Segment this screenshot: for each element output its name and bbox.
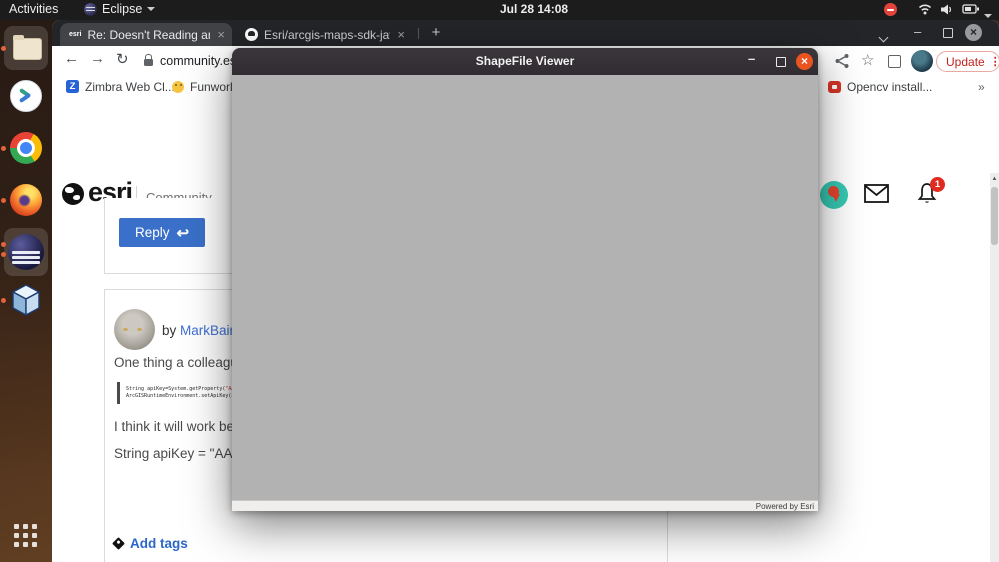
activities-button[interactable]: Activities xyxy=(9,2,58,16)
smiley-favicon xyxy=(172,81,184,93)
tab-esri-community[interactable]: esri Re: Doesn't Reading and c × xyxy=(60,23,232,46)
esri-globe-logo[interactable] xyxy=(62,183,84,205)
desktop: esri Re: Doesn't Reading and c × Esri/ar… xyxy=(0,0,999,562)
app-menu-label: Eclipse xyxy=(102,2,143,16)
reply-arrow-icon: ↩ xyxy=(176,224,190,242)
bookmark-star-icon[interactable]: ☆ xyxy=(861,51,874,69)
reply-label: Reply xyxy=(134,225,170,240)
add-tags-button[interactable]: Add tags xyxy=(112,536,188,551)
reload-button[interactable]: ↻ xyxy=(116,50,129,68)
new-tab-button[interactable]: + xyxy=(426,23,446,43)
firefox-icon[interactable] xyxy=(10,184,42,216)
code-text: ArcGISRuntimeEnvironment.setApiKey( xyxy=(126,393,232,399)
system-menu-caret-icon[interactable] xyxy=(984,7,992,21)
side-panel-icon[interactable] xyxy=(888,55,901,68)
tag-icon xyxy=(112,537,125,550)
bookmark-zimbra[interactable]: Zimbra Web Cl... xyxy=(85,80,175,94)
browser-menu-icon[interactable]: ⋮ xyxy=(990,55,999,68)
shapefile-close-button[interactable]: × xyxy=(796,53,813,70)
window-title: ShapeFile Viewer xyxy=(475,54,575,68)
running-indicator xyxy=(1,46,6,51)
post-paragraph: I think it will work bette xyxy=(114,419,250,434)
bookmark-opencv[interactable]: Opencv install... xyxy=(847,80,932,94)
chrome-icon[interactable] xyxy=(10,132,42,164)
update-button[interactable]: Update ⋮ xyxy=(936,51,999,72)
tab-title: Esri/arcgis-maps-sdk-java xyxy=(264,27,391,42)
back-button[interactable]: ← xyxy=(64,50,79,67)
post-paragraph: One thing a colleague xyxy=(114,355,246,370)
update-label: Update xyxy=(946,54,985,69)
app-menu-caret-icon xyxy=(147,7,156,11)
do-not-disturb-icon xyxy=(884,3,897,16)
esri-favicon: esri xyxy=(69,31,82,38)
wifi-icon xyxy=(918,3,932,15)
running-indicator xyxy=(1,298,6,303)
eclipse-menu-icon xyxy=(84,2,97,16)
notification-badge: 1 xyxy=(930,177,945,192)
scrollbar-thumb[interactable] xyxy=(991,187,998,245)
tab-github[interactable]: Esri/arcgis-maps-sdk-java × xyxy=(236,23,412,46)
share-icon[interactable] xyxy=(834,53,850,69)
battery-icon xyxy=(962,3,980,15)
files-icon[interactable] xyxy=(13,35,42,60)
gnome-top-bar: Activities Eclipse Jul 28 14:08 xyxy=(0,0,999,20)
bookmark-funworld[interactable]: Funworl xyxy=(190,80,233,94)
volume-icon xyxy=(940,3,954,16)
app-menu[interactable]: Eclipse xyxy=(84,2,156,16)
remote-desktop-icon[interactable] xyxy=(10,80,42,112)
browser-minimize-button[interactable]: – xyxy=(914,24,921,39)
scroll-up-icon[interactable]: ▲ xyxy=(990,176,999,182)
reply-button[interactable]: Reply ↩ xyxy=(119,218,205,247)
browser-maximize-button[interactable] xyxy=(943,28,953,38)
code-text: String apiKey=System.getProperty( xyxy=(126,386,226,392)
shapefile-minimize-button[interactable]: – xyxy=(748,51,755,66)
code-snippet: String apiKey=System.getProperty("AAPK2 … xyxy=(117,382,242,404)
opencv-favicon xyxy=(828,81,841,93)
shapefile-viewer-window: ShapeFile Viewer – × Powered by Esri xyxy=(232,48,818,511)
post-byline: by MarkBaird xyxy=(162,323,242,338)
tab-search-icon[interactable] xyxy=(878,28,889,46)
forward-button[interactable]: → xyxy=(90,50,105,67)
tab-close-icon[interactable]: × xyxy=(210,27,232,42)
shapefile-maximize-button[interactable] xyxy=(776,57,786,67)
messages-icon[interactable] xyxy=(864,184,889,203)
user-avatar-pin[interactable] xyxy=(820,181,848,209)
tab-title: Re: Doesn't Reading and c xyxy=(87,27,210,42)
browser-close-button[interactable]: × xyxy=(965,24,982,41)
running-indicator xyxy=(1,252,6,257)
eclipse-icon[interactable] xyxy=(8,234,44,270)
running-indicator xyxy=(1,146,6,151)
powered-by-esri-label: Powered by Esri xyxy=(755,502,814,511)
bookmarks-overflow-icon[interactable]: » xyxy=(978,80,985,94)
profile-avatar[interactable] xyxy=(911,50,933,72)
page-scrollbar[interactable]: ▲ ▼ xyxy=(990,173,999,562)
clock[interactable]: Jul 28 14:08 xyxy=(500,2,568,16)
zimbra-favicon: Z xyxy=(66,80,79,93)
post-paragraph: String apiKey = "AAPK xyxy=(114,446,251,461)
tab-strip: esri Re: Doesn't Reading and c × Esri/ar… xyxy=(52,20,999,46)
author-avatar[interactable] xyxy=(114,309,155,350)
tab-divider xyxy=(418,28,419,39)
byline-prefix: by xyxy=(162,323,181,338)
show-applications-icon[interactable] xyxy=(14,524,38,547)
attribution-bar: Powered by Esri xyxy=(232,500,818,511)
lock-icon xyxy=(144,54,153,66)
map-canvas[interactable] xyxy=(232,75,818,500)
running-indicator xyxy=(1,242,6,247)
github-favicon xyxy=(245,28,258,41)
running-indicator xyxy=(1,198,6,203)
cube-app-icon[interactable] xyxy=(11,284,41,317)
dock xyxy=(0,20,52,562)
tab-close-icon[interactable]: × xyxy=(390,27,412,42)
shapefile-titlebar[interactable]: ShapeFile Viewer – × xyxy=(232,48,818,75)
add-tags-label: Add tags xyxy=(130,536,188,551)
